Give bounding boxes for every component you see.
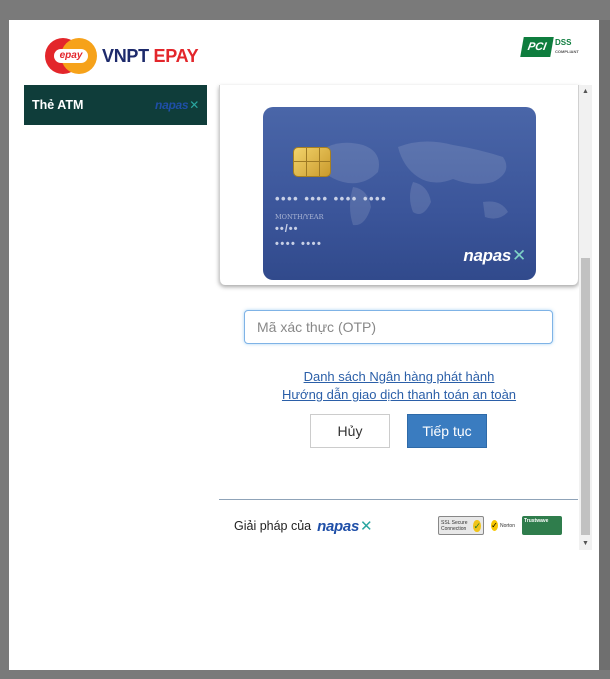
pci-text: DSS (555, 38, 572, 47)
card-bottom-mask: •••• •••• (275, 238, 323, 250)
overlay-right (599, 20, 610, 670)
cancel-button[interactable]: Hủy (310, 414, 390, 448)
trustwave-seal-icon: Trustwave (522, 516, 562, 535)
safe-payment-guide-link[interactable]: Hướng dẫn giao dịch thanh toán an toàn (219, 387, 579, 402)
otp-input[interactable] (244, 310, 553, 344)
sidebar-item-label: Thẻ ATM (32, 98, 84, 112)
scroll-down-icon[interactable]: ▼ (579, 537, 592, 550)
issuing-banks-link[interactable]: Danh sách Ngân hàng phát hành (219, 369, 579, 384)
overlay-top (0, 0, 610, 20)
logo-text-accent: EPAY (153, 45, 199, 66)
card-napas-logo-icon: napas ✕ (463, 246, 526, 265)
epay-logo-icon: epay (45, 38, 97, 74)
logo-text: VNPT EPAY (102, 45, 199, 67)
card-exp-mask: ••/•• (275, 223, 299, 235)
logo-badge: epay (54, 49, 88, 63)
world-map-icon (313, 141, 508, 226)
pci-sub: COMPLIANT (555, 49, 579, 54)
payment-dialog: epay VNPT EPAY PCI DSS COMPLIANT Thẻ ATM… (9, 20, 599, 670)
footer-napas-logo-icon: napas ✕ (317, 517, 373, 536)
pci-mark: PCI (520, 37, 554, 57)
card-exp-label: MONTH/YEAR (275, 213, 324, 221)
footer-divider (219, 499, 578, 500)
vnpt-epay-logo: epay VNPT EPAY (45, 38, 199, 74)
scroll-up-icon[interactable]: ▲ (579, 85, 592, 98)
card-chip-icon (293, 147, 331, 177)
sidebar-item-atm-card[interactable]: Thẻ ATM napas ✕ (24, 85, 207, 125)
norton-seal-icon: ✓ Norton (491, 520, 515, 531)
content-scrollbar[interactable]: ▲ ▼ (579, 85, 592, 550)
card-number-mask: •••• •••• •••• •••• (275, 191, 388, 206)
security-seals: SSL Secure Connection ✓ ✓ Norton Trustwave (438, 516, 562, 535)
overlay-bottom (0, 670, 610, 679)
napas-logo-icon: napas ✕ (155, 98, 199, 112)
card-preview: •••• •••• •••• •••• MONTH/YEAR ••/•• •••… (263, 107, 536, 280)
ssl-seal-icon: SSL Secure Connection ✓ (438, 516, 484, 535)
scrollbar-thumb[interactable] (581, 258, 590, 535)
continue-button[interactable]: Tiếp tục (407, 414, 487, 448)
logo-text-main: VNPT (102, 45, 149, 66)
footer-solution: Giải pháp của napas ✕ (234, 517, 373, 536)
pci-dss-badge: PCI DSS COMPLIANT (520, 37, 582, 59)
footer-solution-text: Giải pháp của (234, 519, 312, 533)
card-panel: •••• •••• •••• •••• MONTH/YEAR ••/•• •••… (219, 85, 579, 285)
